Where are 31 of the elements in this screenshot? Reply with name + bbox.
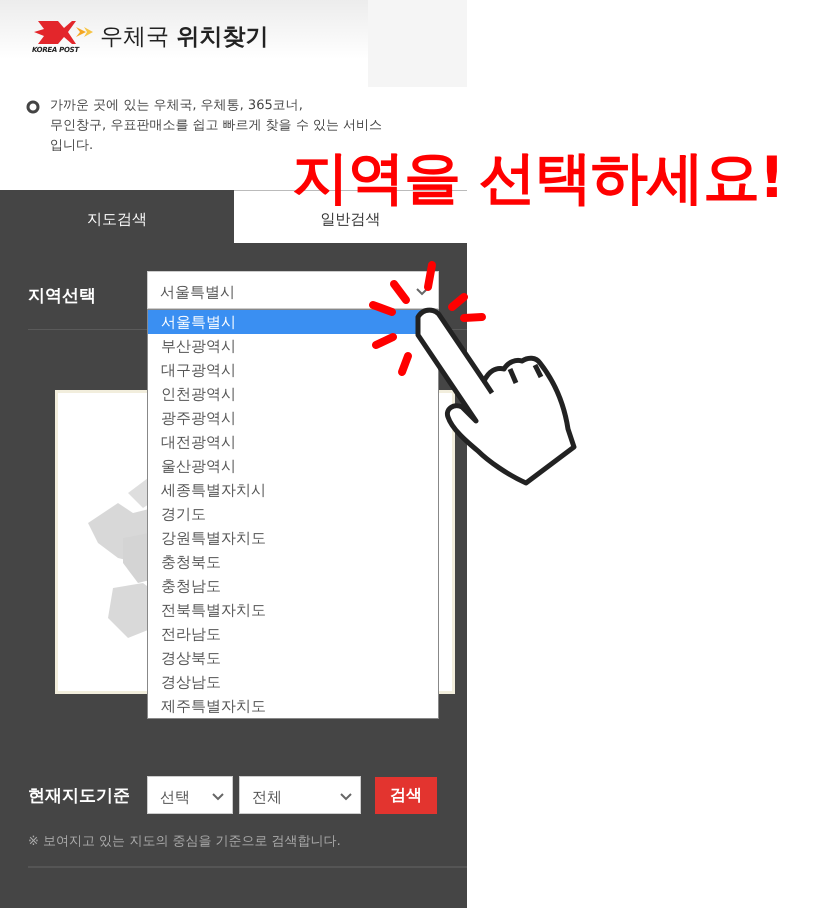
search-note: ※ 보여지고 있는 지도의 중심을 기준으로 검색합니다. [28,833,342,850]
dropdown-option[interactable]: 세종특별자치시 [161,478,266,502]
chevron-down-icon [416,288,428,296]
dropdown-option[interactable]: 광주광역시 [161,406,236,430]
dropdown-option[interactable]: 전라남도 [161,622,221,646]
chevron-down-icon [340,793,352,801]
dropdown-option[interactable]: 울산광역시 [161,454,236,478]
filter-select[interactable]: 전체 [239,776,361,814]
page-title: 우체국 위치찾기 [100,23,268,52]
dropdown-option[interactable]: 제주특별자치도 [161,694,266,718]
dropdown-option[interactable]: 경상북도 [161,646,221,670]
tab[interactable]: 지도검색 [0,190,234,243]
dropdown-option[interactable]: 강원특별자치도 [161,526,266,550]
dropdown-option[interactable]: 충청남도 [161,574,221,598]
dropdown-option[interactable]: 대구광역시 [161,358,236,382]
service-description: 가까운 곳에 있는 우체국, 우체통, 365코너, 무인창구, 우표판매소를 쉽고 빠르게 찾을 수 있는 서비스 입니다. [50,97,382,153]
field-label: 현재지도기준 [28,784,131,806]
dropdown-option[interactable]: 인천광역시 [161,382,236,406]
chevron-down-icon [212,793,224,801]
filter-select[interactable]: 선택 [147,776,233,814]
search-button[interactable]: 검색 [375,776,437,814]
field-label: 지역선택 [28,285,97,307]
logo-icon [32,18,94,46]
dropdown-option[interactable]: 경상남도 [161,670,221,694]
region-select[interactable]: 서울특별시 [147,271,439,309]
dropdown-option[interactable]: 경기도 [161,502,206,526]
dropdown-option[interactable]: 대전광역시 [161,430,236,454]
dropdown-option[interactable]: 전북특별자치도 [161,598,266,622]
dropdown-option[interactable]: 충청북도 [161,550,221,574]
bullet-icon [26,100,40,114]
dropdown-option[interactable]: 부산광역시 [161,334,236,358]
